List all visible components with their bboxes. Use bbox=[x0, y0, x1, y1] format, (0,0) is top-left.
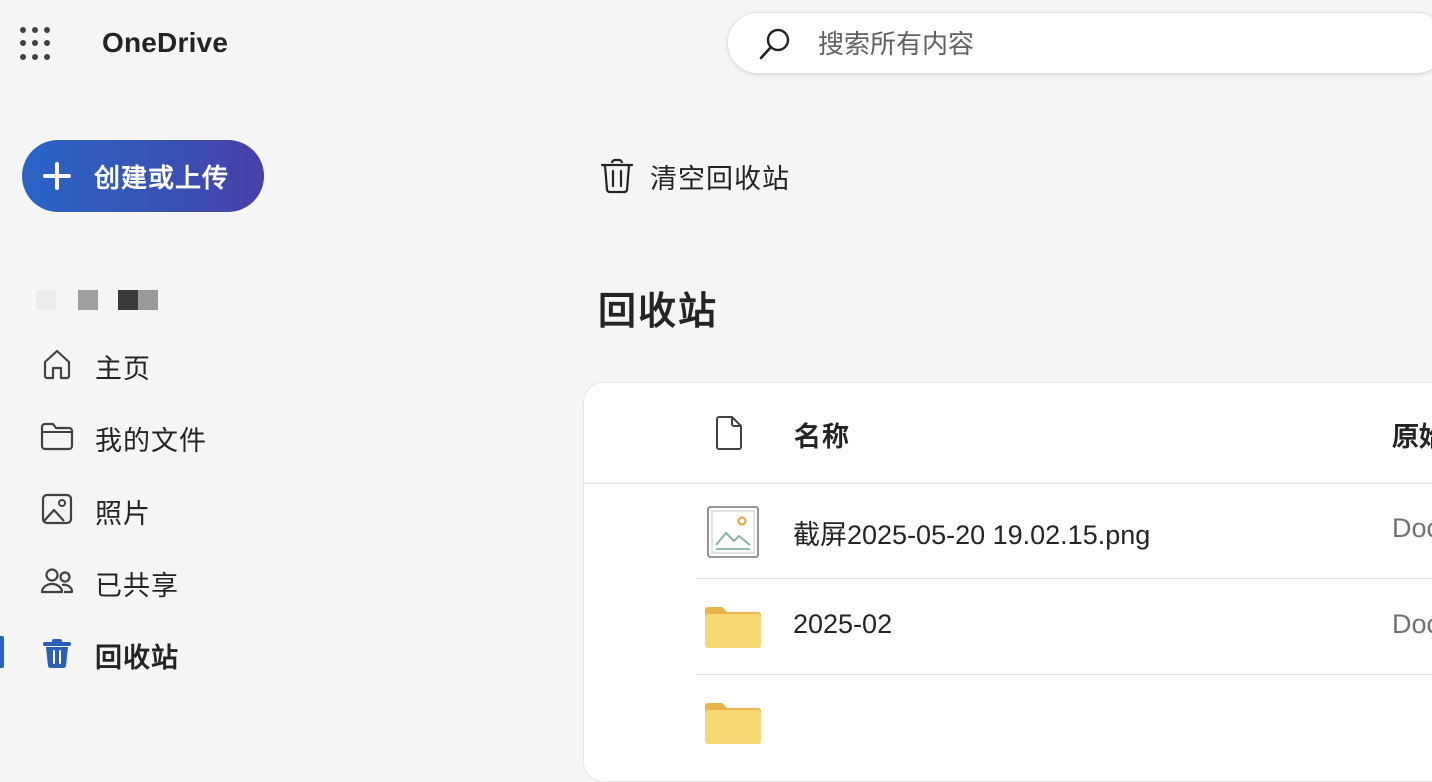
column-header-name[interactable]: 名称 bbox=[794, 415, 850, 454]
sidebar-item-label: 主页 bbox=[95, 354, 151, 384]
photo-icon bbox=[41, 493, 73, 525]
file-type-icon[interactable] bbox=[714, 415, 744, 451]
table-row[interactable]: 截屏2025-05-20 19.02.15.png Doc bbox=[584, 483, 1432, 579]
sidebar-item-my-files[interactable]: 我的文件 bbox=[0, 405, 560, 465]
table-row[interactable] bbox=[584, 675, 1432, 771]
table-row[interactable]: 2025-02 Doc bbox=[584, 579, 1432, 675]
sidebar-item-shared[interactable]: 已共享 bbox=[0, 550, 560, 610]
folder-icon bbox=[705, 703, 761, 744]
sidebar-item-recycle-bin[interactable]: 回收站 bbox=[0, 622, 560, 682]
create-upload-button[interactable]: 创建或上传 bbox=[22, 140, 264, 212]
search-input[interactable] bbox=[816, 25, 1420, 63]
plus-icon bbox=[42, 161, 72, 191]
search-icon bbox=[759, 28, 790, 60]
file-name[interactable]: 截屏2025-05-20 19.02.15.png bbox=[793, 513, 1150, 552]
sidebar-item-label: 回收站 bbox=[95, 643, 179, 673]
file-list-header: 名称 原始 bbox=[584, 383, 1432, 484]
image-file-icon bbox=[707, 506, 759, 558]
home-icon bbox=[43, 349, 71, 380]
search-box[interactable] bbox=[727, 12, 1432, 74]
sidebar-item-label: 照片 bbox=[95, 499, 151, 529]
recycle-bin-icon bbox=[43, 639, 71, 669]
file-name[interactable]: 2025-02 bbox=[793, 609, 892, 640]
folder-icon bbox=[40, 422, 74, 451]
file-list: 名称 原始 截屏2025-05-20 19.02.15.png Doc 2025… bbox=[583, 382, 1432, 782]
sidebar-item-label: 已共享 bbox=[95, 571, 179, 601]
sidebar-item-photos[interactable]: 照片 bbox=[0, 478, 560, 538]
people-icon bbox=[40, 568, 74, 594]
original-location: Doc bbox=[1392, 513, 1432, 543]
sidebar-item-label: 我的文件 bbox=[95, 426, 207, 456]
empty-recycle-bin-button[interactable]: 清空回收站 bbox=[598, 152, 790, 200]
empty-recycle-bin-label: 清空回收站 bbox=[650, 163, 790, 194]
sidebar-item-home[interactable]: 主页 bbox=[0, 333, 560, 393]
original-location: Doc bbox=[1392, 609, 1432, 639]
column-header-original-location[interactable]: 原始 bbox=[1392, 415, 1432, 454]
folder-icon bbox=[705, 607, 761, 648]
app-brand[interactable]: OneDrive bbox=[102, 27, 228, 59]
create-upload-label: 创建或上传 bbox=[94, 162, 230, 193]
trash-icon bbox=[600, 158, 634, 194]
page-title: 回收站 bbox=[598, 291, 719, 333]
app-launcher-icon[interactable] bbox=[20, 27, 54, 61]
